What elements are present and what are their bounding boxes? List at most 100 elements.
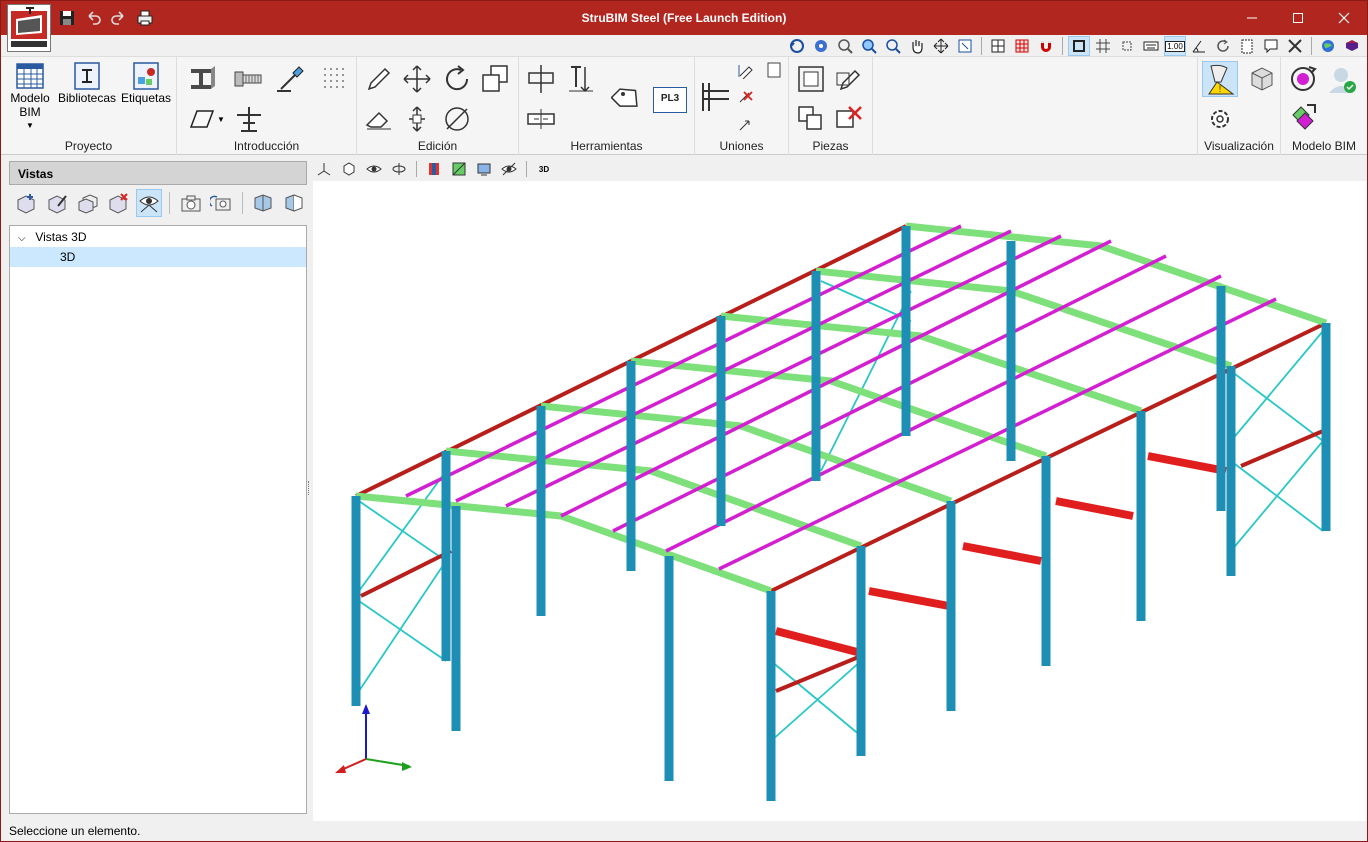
plate-label-button[interactable]: PL3 <box>653 87 687 113</box>
rotate-view-icon[interactable] <box>786 36 808 56</box>
piece-assembly-icon[interactable] <box>795 63 827 95</box>
section-plane-icon[interactable] <box>280 189 307 217</box>
extend-icon[interactable] <box>565 63 597 95</box>
modelo-bim-button[interactable]: Modelo BIM ▼ <box>7 61 53 133</box>
title-bar: StruBIM Steel (Free Launch Edition) <box>1 1 1367 35</box>
tree-item-3d[interactable]: 3D <box>10 247 306 267</box>
svg-text:!: ! <box>1219 84 1222 94</box>
zoom-window-icon[interactable] <box>834 36 856 56</box>
minimize-button[interactable] <box>1229 1 1275 35</box>
axes-icon[interactable] <box>313 159 335 179</box>
view-visibility-icon[interactable] <box>135 189 163 217</box>
bibliotecas-button[interactable]: Bibliotecas <box>57 61 117 105</box>
connection-copy-icon[interactable] <box>737 115 755 133</box>
chevron-down-icon[interactable]: ⌵ <box>18 229 32 249</box>
copy-icon[interactable] <box>479 63 511 95</box>
etiquetas-button[interactable]: Etiquetas <box>119 61 173 105</box>
edit-view-icon[interactable] <box>44 189 71 217</box>
maximize-button[interactable] <box>1275 1 1321 35</box>
bolt-icon[interactable] <box>233 63 265 95</box>
camera-refresh-icon[interactable] <box>208 189 235 217</box>
bim-sync-icon[interactable] <box>1287 63 1319 95</box>
camera-icon[interactable] <box>177 189 204 217</box>
modelo-bim-label-2: BIM <box>19 105 41 119</box>
piece-group-icon[interactable] <box>795 103 827 135</box>
scale-factor-button[interactable]: 1.00 <box>1164 36 1186 56</box>
box-view-icon[interactable] <box>338 159 360 179</box>
zoom-extents-icon[interactable] <box>930 36 952 56</box>
monitor-icon[interactable] <box>473 159 495 179</box>
edit-pencil-icon[interactable] <box>363 63 395 95</box>
section-box-icon[interactable] <box>250 189 277 217</box>
connection-edit-icon[interactable] <box>737 61 755 80</box>
move-icon[interactable] <box>401 63 433 95</box>
orbit-center-icon[interactable] <box>388 159 410 179</box>
chevron-down-icon: ▼ <box>26 121 34 130</box>
view-3d-button[interactable]: 3D <box>533 159 555 179</box>
rotate-icon[interactable] <box>441 63 473 95</box>
mirror-icon[interactable] <box>441 103 473 135</box>
connection-delete-icon[interactable] <box>737 87 755 105</box>
delete-view-icon[interactable] <box>105 189 132 217</box>
piece-edit-icon[interactable] <box>833 63 865 95</box>
orbit-icon[interactable] <box>810 36 832 56</box>
add-view-icon[interactable] <box>13 189 40 217</box>
steel-structure-model[interactable] <box>313 181 1367 821</box>
modelo-bim-label-1: Modelo <box>10 91 50 105</box>
object-snap-icon[interactable] <box>1116 36 1138 56</box>
plate-icon[interactable] <box>185 103 217 135</box>
connection-icon[interactable] <box>699 81 731 113</box>
3d-viewport[interactable] <box>313 181 1367 821</box>
split-icon[interactable] <box>525 103 557 135</box>
user-avatar-icon[interactable] <box>1325 63 1357 95</box>
hide-icon[interactable] <box>498 159 520 179</box>
visibility-layers-icon[interactable] <box>363 159 385 179</box>
snap-grid-icon[interactable] <box>987 36 1009 56</box>
clipboard-icon[interactable] <box>1236 36 1258 56</box>
bibliotecas-label: Bibliotecas <box>57 91 117 105</box>
bim-export-icon[interactable] <box>1287 101 1319 133</box>
eraser-icon[interactable] <box>363 103 395 135</box>
pan-hand-icon[interactable] <box>906 36 928 56</box>
zoom-previous-icon[interactable] <box>858 36 880 56</box>
group-label-proyecto: Proyecto <box>64 139 113 153</box>
etiquetas-label: Etiquetas <box>120 91 172 105</box>
grid-snap-icon[interactable] <box>319 63 351 95</box>
weld-icon[interactable] <box>275 63 307 95</box>
window-fit-icon[interactable] <box>954 36 976 56</box>
column-base-icon[interactable] <box>233 103 265 135</box>
tree-group-vistas-3d[interactable]: ⌵ Vistas 3D <box>10 227 306 247</box>
keyboard-icon[interactable] <box>1140 36 1162 56</box>
close-button[interactable] <box>1321 1 1367 35</box>
settings-gear-icon[interactable] <box>1204 103 1236 135</box>
connection-sheet-icon[interactable] <box>765 61 783 79</box>
group-label-uniones: Uniones <box>719 139 764 153</box>
cube-view-icon[interactable] <box>1244 63 1276 95</box>
wireframe-icon[interactable] <box>448 159 470 179</box>
view-tools: 1.00 <box>786 36 1363 56</box>
angle-icon[interactable] <box>1188 36 1210 56</box>
refresh-icon[interactable] <box>1212 36 1234 56</box>
comment-icon[interactable] <box>1260 36 1282 56</box>
app-logo-icon[interactable] <box>7 4 51 52</box>
tags-icon <box>133 62 159 90</box>
snap-points-icon[interactable] <box>1011 36 1033 56</box>
copy-view-icon[interactable] <box>74 189 101 217</box>
panel-splitter[interactable] <box>308 481 311 495</box>
group-edicion: Edición <box>324 57 519 155</box>
grid-icon[interactable] <box>1092 36 1114 56</box>
globe-icon[interactable] <box>1317 36 1339 56</box>
plate-dropdown-chevron-icon[interactable]: ▼ <box>217 115 225 124</box>
steel-beam-icon[interactable] <box>185 63 217 95</box>
tools-icon[interactable] <box>1284 36 1306 56</box>
piece-delete-icon[interactable] <box>833 103 865 135</box>
help-book-icon[interactable] <box>1341 36 1363 56</box>
magnet-icon[interactable] <box>1035 36 1057 56</box>
visual-warning-icon[interactable]: ! <box>1202 61 1238 97</box>
align-icon[interactable] <box>525 63 557 95</box>
render-mode-icon[interactable] <box>423 159 445 179</box>
stretch-icon[interactable] <box>401 103 433 135</box>
zoom-icon[interactable] <box>882 36 904 56</box>
tag-icon[interactable] <box>610 83 643 115</box>
select-box-icon[interactable] <box>1068 36 1090 56</box>
